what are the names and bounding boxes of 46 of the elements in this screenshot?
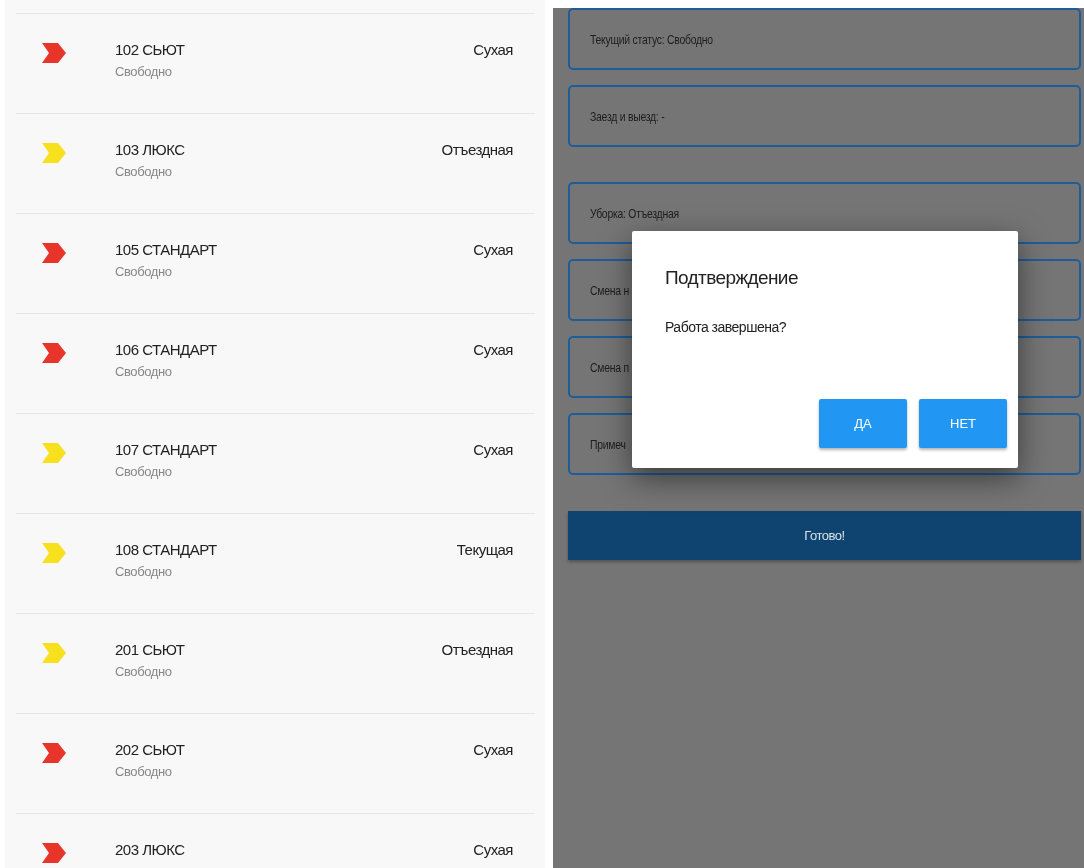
room-status: Свободно (115, 764, 173, 779)
cleaning-type: Сухая (473, 841, 513, 858)
field-text: Текущий статус: Свободно (590, 31, 713, 47)
room-status: Свободно (115, 264, 173, 279)
info-field[interactable]: Текущий статус: Свободно (568, 8, 1081, 70)
room-status: Свободно (115, 364, 173, 379)
room-name: 201 СЬЮТ (115, 641, 186, 658)
dialog-title: Подтверждение (665, 267, 799, 289)
room-name: 103 ЛЮКС (115, 141, 186, 158)
room-row[interactable]: 103 ЛЮКС Свободно Отъездная (16, 113, 535, 213)
room-name: 107 СТАНДАРТ (115, 441, 218, 458)
cleaning-type: Сухая (473, 741, 513, 758)
room-row[interactable]: 102 СЬЮТ Свободно Сухая (16, 13, 535, 113)
room-name: 105 СТАНДАРТ (115, 241, 218, 258)
room-row[interactable]: 106 СТАНДАРТ Свободно Сухая (16, 313, 535, 413)
room-status: Свободно (115, 464, 173, 479)
info-field[interactable]: Заезд и выезд: - (568, 85, 1081, 147)
field-text: Смена н (590, 282, 629, 298)
room-status: Свободно (115, 664, 173, 679)
room-row[interactable]: 105 СТАНДАРТ Свободно Сухая (16, 213, 535, 313)
room-name: 102 СЬЮТ (115, 41, 186, 58)
cleaning-type: Сухая (473, 241, 513, 258)
cleaning-type: Отъездная (441, 641, 513, 658)
room-name: 108 СТАНДАРТ (115, 541, 218, 558)
field-text: Примеч (590, 436, 626, 452)
field-text: Смена п (590, 359, 629, 375)
room-row[interactable]: 107 СТАНДАРТ Свободно Сухая (16, 413, 535, 513)
room-status: Свободно (115, 64, 173, 79)
room-status: Свободно (115, 164, 173, 179)
room-status: Свободно (115, 564, 173, 579)
room-row[interactable]: 202 СЬЮТ Свободно Сухая (16, 713, 535, 813)
room-row[interactable]: 201 СЬЮТ Свободно Отъездная (16, 613, 535, 713)
room-name: 202 СЬЮТ (115, 741, 186, 758)
field-text: Уборка: Отъездная (590, 205, 679, 221)
room-name: 203 ЛЮКС (115, 841, 186, 858)
cleaning-type: Отъездная (441, 141, 513, 158)
room-name: 106 СТАНДАРТ (115, 341, 218, 358)
cleaning-type: Сухая (473, 441, 513, 458)
room-row[interactable]: 108 СТАНДАРТ Свободно Текущая (16, 513, 535, 613)
done-button[interactable]: Готово! (568, 511, 1081, 560)
cleaning-type: Сухая (473, 341, 513, 358)
room-row[interactable]: 203 ЛЮКС Сухая (16, 813, 535, 868)
cleaning-type: Текущая (456, 541, 513, 558)
dialog-message: Работа завершена? (665, 319, 787, 335)
cleaning-type: Сухая (473, 41, 513, 58)
field-text: Заезд и выезд: - (590, 108, 665, 124)
